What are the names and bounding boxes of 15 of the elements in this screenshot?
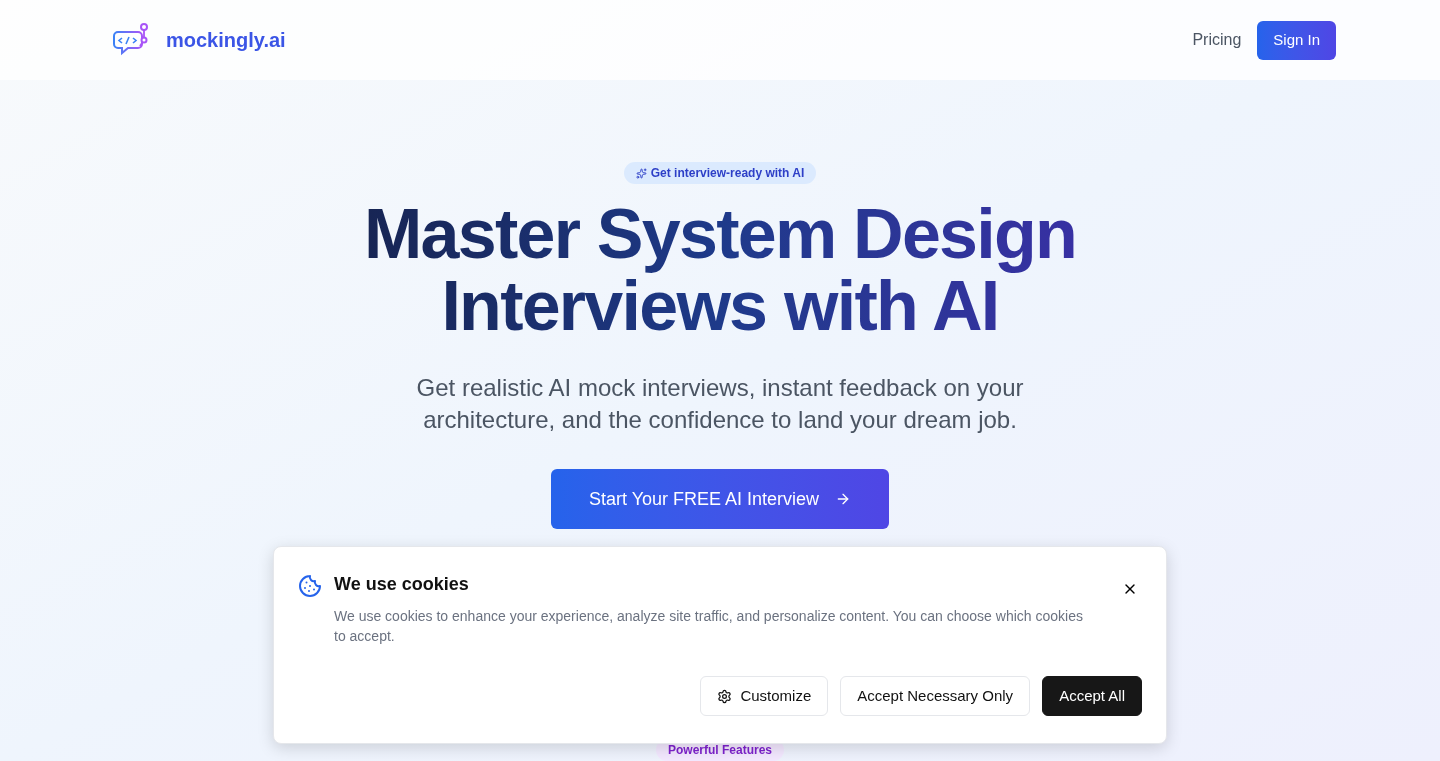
pricing-link[interactable]: Pricing [1192, 28, 1242, 52]
settings-icon [717, 688, 733, 704]
code-chat-logo-icon [112, 22, 150, 58]
start-interview-button[interactable]: Start Your FREE AI Interview [551, 469, 889, 529]
cookie-icon [298, 574, 322, 598]
cookie-title: We use cookies [334, 573, 470, 596]
cookie-text: We use cookies to enhance your experience, analyze site traffic, and personalize content. You can choose which cookies to accept. [334, 607, 1084, 646]
customize-button[interactable]: Customize [700, 676, 829, 716]
hero-subtitle: Get realistic AI mock interviews, instant feedback on your architecture, and the confidence to land your dream job. [415, 373, 1025, 435]
sign-in-button[interactable]: Sign In [1257, 20, 1336, 60]
badge-text: Get interview-ready with AI [650, 165, 805, 182]
brand-name[interactable]: mockingly.ai [166, 25, 286, 55]
accept-necessary-button[interactable]: Accept Necessary Only [840, 676, 1031, 716]
accept-all-button[interactable]: Accept All [1042, 676, 1142, 716]
sparkle-icon [635, 167, 647, 179]
